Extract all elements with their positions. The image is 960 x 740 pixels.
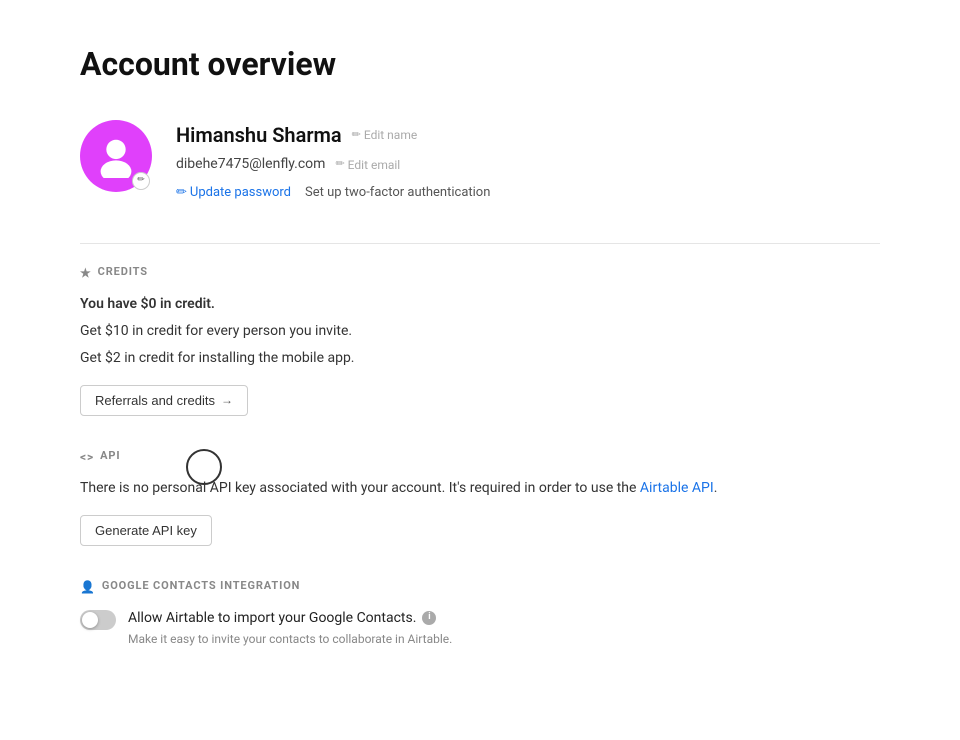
referrals-credits-button[interactable]: Referrals and credits → (80, 385, 248, 416)
profile-info: Himanshu Sharma ✏ Edit name dibehe7475@l… (176, 120, 490, 203)
edit-email-link[interactable]: ✏ Edit email (335, 156, 400, 174)
pencil-icon: ✏ (137, 174, 145, 188)
toggle-label: Allow Airtable to import your Google Con… (128, 608, 452, 629)
api-body: There is no personal API key associated … (80, 478, 880, 546)
section-divider (80, 243, 880, 244)
credit-balance: You have $0 in credit. (80, 294, 880, 315)
pencil-icon: ✏ (335, 156, 344, 173)
generate-api-key-button[interactable]: Generate API key (80, 515, 212, 546)
code-icon: <> (80, 448, 94, 466)
google-contacts-body: Allow Airtable to import your Google Con… (80, 608, 880, 648)
api-header: <> API (80, 448, 880, 466)
invite-credit-text: Get $10 in credit for every person you i… (80, 321, 880, 342)
toggle-sublabel: Make it easy to invite your contacts to … (128, 630, 452, 648)
profile-email: dibehe7475@lenfly.com (176, 154, 325, 175)
profile-name-row: Himanshu Sharma ✏ Edit name (176, 120, 490, 150)
info-icon[interactable]: i (422, 611, 436, 625)
page-title: Account overview (80, 40, 880, 88)
update-password-link[interactable]: ✏ Update password (176, 183, 291, 203)
avatar-edit-button[interactable]: ✏ (132, 172, 150, 190)
two-factor-link[interactable]: Set up two-factor authentication (305, 183, 490, 203)
contacts-icon: 👤 (80, 578, 96, 596)
pencil-icon: ✏ (352, 127, 361, 144)
airtable-api-link[interactable]: Airtable API (640, 480, 714, 496)
toggle-knob (82, 612, 98, 628)
credits-body: You have $0 in credit. Get $10 in credit… (80, 294, 880, 416)
google-contacts-header: 👤 GOOGLE CONTACTS INTEGRATION (80, 578, 880, 596)
pencil-icon: ✏ (176, 183, 187, 203)
profile-name: Himanshu Sharma (176, 120, 342, 150)
profile-email-row: dibehe7475@lenfly.com ✏ Edit email (176, 154, 490, 175)
app-credit-text: Get $2 in credit for installing the mobi… (80, 348, 880, 369)
profile-section: ✏ Himanshu Sharma ✏ Edit name dibehe7475… (80, 120, 880, 203)
api-section: <> API There is no personal API key asso… (80, 448, 880, 546)
profile-actions: ✏ Update password Set up two-factor auth… (176, 183, 490, 203)
arrow-icon: → (221, 393, 233, 407)
edit-name-link[interactable]: ✏ Edit name (352, 126, 418, 144)
google-contacts-section: 👤 GOOGLE CONTACTS INTEGRATION Allow Airt… (80, 578, 880, 648)
star-icon: ★ (80, 264, 92, 282)
credits-header: ★ CREDITS (80, 264, 880, 282)
google-contacts-toggle[interactable] (80, 610, 116, 630)
google-contacts-toggle-row: Allow Airtable to import your Google Con… (80, 608, 880, 648)
credits-section: ★ CREDITS You have $0 in credit. Get $10… (80, 264, 880, 416)
api-description: There is no personal API key associated … (80, 478, 880, 499)
avatar-wrapper: ✏ (80, 120, 152, 192)
avatar-icon (94, 134, 138, 178)
toggle-label-group: Allow Airtable to import your Google Con… (128, 608, 452, 648)
